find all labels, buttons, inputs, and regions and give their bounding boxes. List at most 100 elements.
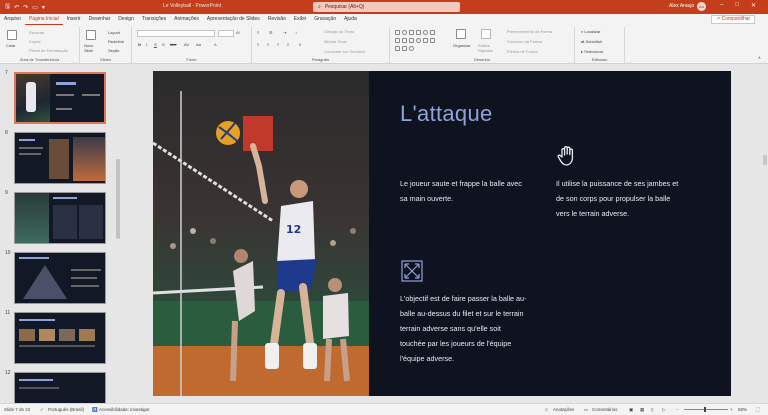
fit-slide-icon[interactable]: ⛶ [756,407,759,412]
strikethrough-icon[interactable]: abc [170,42,176,47]
reset-button[interactable]: Redefinir [108,39,124,44]
tab-desenhar[interactable]: Desenhar [85,14,115,25]
undo-icon[interactable]: ↶ [14,4,19,11]
tab-pagina-inicial[interactable]: Página Inicial [24,14,63,25]
smartart-button[interactable]: Converter em SmartArt [324,49,365,54]
thumbnail-scrollbar[interactable] [116,66,120,401]
scroll-thumb[interactable] [763,155,767,165]
tab-ajuda[interactable]: Ajuda [340,14,361,25]
text-block-3[interactable]: L'objectif est de faire passer la balle … [400,291,560,366]
new-slide-button[interactable]: Novo Slide [84,43,100,53]
shape-brace-icon[interactable] [430,38,435,43]
shape-star2-icon[interactable] [409,46,414,51]
slide-sorter-icon[interactable]: ▦ [640,407,644,413]
spellcheck-icon[interactable]: ✓ [40,407,44,413]
justify-icon[interactable]: ≡ [287,42,289,47]
italic-icon[interactable]: I [146,42,147,47]
shape-square-icon[interactable] [409,30,414,35]
underline-icon[interactable]: S [154,42,157,47]
customize-toolbar-icon[interactable]: ▾ [42,4,45,11]
minimize-icon[interactable]: – [720,2,723,9]
user-name[interactable]: Alex Araujo [669,3,694,9]
layout-button[interactable]: Layout [108,30,120,35]
tab-revisao[interactable]: Revisão [264,14,290,25]
shape-outline-button[interactable]: Contorno da Forma [507,39,542,44]
shadow-icon[interactable]: S [162,42,165,47]
redo-icon[interactable]: ↷ [23,4,28,11]
shape-fill-button[interactable]: Preenchimento da Forma [507,29,552,34]
font-size-input[interactable] [218,30,234,37]
close-icon[interactable]: ✕ [751,2,756,9]
shape-paren-icon[interactable] [402,46,407,51]
align-right-icon[interactable]: ≡ [277,42,279,47]
zoom-level[interactable]: 58% [738,407,747,412]
shape-star-icon[interactable] [416,38,421,43]
shape-effects-button[interactable]: Efeitos de Forma [507,49,537,54]
search-box[interactable]: ⌕ Pesquisar (Alt+Q) [313,2,460,12]
thumbnail-slide-8[interactable]: 8 [0,130,122,186]
tab-gravacao[interactable]: Gravação [310,14,340,25]
canvas-scrollbar[interactable] [762,64,768,403]
section-button[interactable]: Seção [108,48,119,53]
shapes-gallery[interactable] [395,30,447,56]
bold-icon[interactable]: N [138,42,141,47]
font-color-icon[interactable]: A [214,42,217,47]
shape-rect-icon[interactable] [395,30,400,35]
quick-styles-icon[interactable] [481,29,491,39]
shape-circle-icon[interactable] [423,30,428,35]
slide-title[interactable]: L'attaque [400,101,493,127]
shape-bracket-icon[interactable] [409,38,414,43]
reading-view-icon[interactable]: ▯ [651,407,653,413]
arrange-button[interactable]: Organizar [453,43,471,48]
normal-view-icon[interactable]: ▣ [629,407,633,413]
notes-button[interactable]: Anotações [553,407,574,412]
zoom-slider[interactable] [684,409,728,410]
shape-line-icon[interactable] [395,38,400,43]
text-block-1[interactable]: Le joueur saute et frappe la balle avec … [400,176,550,206]
shape-oval-icon[interactable] [402,30,407,35]
quick-styles-button[interactable]: Estilos Rápidos [478,43,500,53]
format-painter-button[interactable]: Pincel de Formatação [29,48,68,53]
cut-button[interactable]: Recortar [29,30,44,35]
zoom-slider-thumb[interactable] [704,407,706,412]
numbering-icon[interactable]: ☰ [269,30,273,35]
align-text-button[interactable]: Alinhar Texto [324,39,347,44]
text-block-2[interactable]: Il utilise la puissance de ses jambes et… [556,176,716,221]
volleyball-photo[interactable]: 12 [153,71,369,396]
line-spacing-icon[interactable]: ↕ [295,30,297,35]
collapse-ribbon-icon[interactable]: ∧ [758,55,761,60]
comments-button[interactable]: Comentários [592,407,618,412]
zoom-out-icon[interactable]: − [676,407,679,412]
tab-arquivo[interactable]: Arquivo [0,14,25,25]
share-button[interactable]: ↗ Compartilhar [711,15,756,24]
paste-icon[interactable] [7,30,17,40]
indent-icon[interactable]: ⇥ [283,30,286,35]
shape-box-icon[interactable] [416,30,421,35]
shape-arrow-icon[interactable] [402,38,407,43]
copy-button[interactable]: Copiar [29,39,41,44]
zoom-in-icon[interactable]: + [730,407,733,412]
tab-transicoes[interactable]: Transições [138,14,170,25]
present-icon[interactable]: ▭ [32,4,38,11]
arrange-icon[interactable] [456,29,466,39]
font-name-input[interactable] [137,30,215,37]
tab-apresentacao[interactable]: Apresentação de Slides [203,14,264,25]
shape-curve-icon[interactable] [395,46,400,51]
thumbnail-slide-9[interactable]: 9 [0,190,122,246]
shape-callout-icon[interactable] [423,38,428,43]
new-slide-icon[interactable] [86,30,96,40]
accessibility-status[interactable]: Acessibilidade: investigar [99,407,150,412]
align-left-icon[interactable]: ≡ [257,42,259,47]
text-direction-button[interactable]: Direção do Texto [324,29,354,34]
find-button[interactable]: ⌕ Localizar [581,29,600,34]
maximize-icon[interactable]: □ [735,2,739,9]
columns-icon[interactable]: ‖ [299,42,301,47]
slide[interactable]: 12 L'attaque Le joueur saute et frappe l… [153,71,731,396]
shape-tri-icon[interactable] [430,30,435,35]
tab-design[interactable]: Design [114,14,138,25]
scroll-thumb[interactable] [116,159,120,239]
spacing-icon[interactable]: AV [184,42,189,47]
thumbnail-slide-10[interactable]: 10 [0,250,122,306]
tab-animacoes[interactable]: Animações [170,14,203,25]
tab-inserir[interactable]: Inserir [63,14,85,25]
